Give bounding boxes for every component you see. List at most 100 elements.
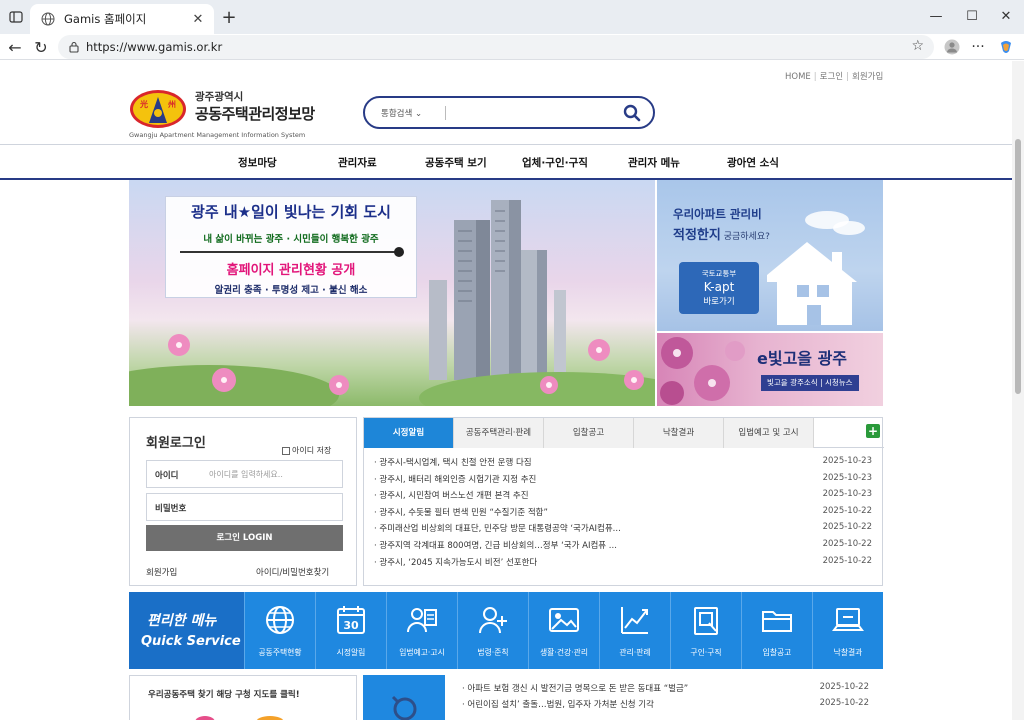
web-page: HOME | 로그인 | 회원가입 光 州 광주광역시 공동주택관리정보망 Gwangj… [0,61,1012,720]
more-plus-icon[interactable]: + [866,424,880,438]
ebitgoeul-banner[interactable]: e빛고을 광주 빛고을 광주소식 | 시청뉴스 [657,333,883,406]
kapt-line2: 적정한지 궁금하세요? [673,228,770,243]
quick-service-bar: 편리한 메뉴 Quick Service 공동주택현황 30 시정알림 입법예고… [129,592,883,669]
kapt-line1: 우리아파트 관리비 [673,207,762,221]
site-logo[interactable]: 光 州 광주광역시 공동주택관리정보망 Gwangju Apartment Ma… [129,83,329,141]
login-button[interactable]: 로그인 LOGIN [146,525,343,551]
scrollbar-thumb[interactable] [1015,139,1021,394]
save-id-checkbox[interactable]: 아이디 저장 [282,445,331,456]
browser-tab[interactable]: Gamis 홈페이지 ✕ [30,4,214,34]
browser-tabbar: Gamis 홈페이지 ✕ + — ☐ ✕ [0,0,1024,34]
chart-icon [621,607,648,634]
hero-message-box: 광주 내★일이 빛나는 기회 도시 내 삶이 바뀌는 광주 · 시민들이 행복한… [165,196,417,298]
minimize-icon[interactable]: — [916,4,956,28]
quick-apartment-status[interactable]: 공동주택현황 [244,592,314,669]
home-link[interactable]: HOME [785,72,811,82]
list-item[interactable]: · 어린이집 설치’ 출돌…법원, 입주자 가처분 신청 기각 2025-10-2… [462,698,883,714]
quick-legislation[interactable]: 입법예고·고시 [386,592,456,669]
address-bar: ← ↻ https://www.gamis.or.kr ☆ ··· [0,34,1024,60]
nav-admin[interactable]: 관리자 메뉴 [628,155,680,170]
list-item[interactable]: · 광주시, 수돗물 필터 변색 민원 “수질기준 적합” 2025-10-22 [374,506,878,523]
logo-english: Gwangju Apartment Management Information… [129,131,306,139]
tab-close-icon[interactable]: ✕ [188,9,208,29]
news-section-icon [363,675,445,720]
password-field[interactable]: 비밀번호 [146,493,343,521]
copilot-icon[interactable] [996,37,1016,57]
nav-apartments[interactable]: 공동주택 보기 [425,155,487,170]
login-title: 회원로그인 [146,436,206,451]
quick-jobs[interactable]: 구인·구직 [670,592,740,669]
hero-headline: 홈페이지 관리현황 공개 [226,263,356,278]
person-add-icon [479,607,507,634]
new-tab-icon[interactable]: + [218,6,240,28]
quick-city-notice[interactable]: 30 시정알림 [315,592,385,669]
news-list: · 광주시-택시업계, 택시 친절 안전 운행 다짐 2025-10-23 · 광… [374,456,878,572]
news-tabs: 시정알림 공동주택관리·판례 입찰공고 낙찰결과 입법예고 및 고시 + [364,418,884,448]
hero-subslogan: 내 삶이 바뀌는 광주 · 시민들이 행복한 광주 [203,234,379,245]
nav-data[interactable]: 관리자료 [338,155,377,170]
folder-icon [762,611,792,632]
globe-icon [266,606,294,634]
search-bar: 통합검색 ⌄ [363,96,655,129]
tab-bid-notice[interactable]: 입찰공고 [544,418,634,448]
svg-text:州: 州 [167,100,176,109]
id-field[interactable]: 아이디 아이디를 입력하세요.. [146,460,343,488]
reload-icon[interactable]: ↻ [30,36,52,58]
tab-city-notice[interactable]: 시정알림 [364,418,454,448]
id-input[interactable]: 아이디를 입력하세요.. [209,469,283,480]
signup-link-login[interactable]: 회원가입 [146,566,177,578]
search-input[interactable] [453,104,613,122]
kapt-link-button[interactable]: 국토교통부 K-apt 바로가기 [679,262,759,314]
list-item[interactable]: · 광주시-택시업계, 택시 친절 안전 운행 다짐 2025-10-23 [374,456,878,473]
search-scope-dropdown[interactable]: 통합검색 ⌄ [381,107,422,119]
utility-links: HOME | 로그인 | 회원가입 [785,72,884,82]
quick-bid-results[interactable]: 낙찰결과 [812,592,882,669]
sidebar-toggle-icon[interactable] [6,7,26,27]
search-magnifier-icon [391,695,417,720]
tab-bid-results[interactable]: 낙찰결과 [634,418,724,448]
list-item[interactable]: · 광주지역 각계대표 800여명, 긴급 비상회의…정부 ‘국가 AI컴퓨 .… [374,539,878,556]
quick-service-title: 편리한 메뉴 Quick Service [129,592,244,669]
quick-bid-notice[interactable]: 입찰공고 [741,592,811,669]
profile-avatar-icon[interactable] [942,37,962,57]
nav-news[interactable]: 광아연 소식 [727,155,779,170]
ebitgoeul-sublink[interactable]: 빛고을 광주소식 | 시청뉴스 [761,375,859,391]
globe-favicon-icon [40,11,56,27]
signup-link[interactable]: 회원가입 [852,72,883,82]
list-item[interactable]: · 아파트 보험 갱신 시 발전기금 명목으로 돈 받은 동대표 “벌금” 202… [462,682,883,698]
back-icon[interactable]: ← [4,36,26,58]
gwangju-emblem-icon: 光 州 [130,90,186,128]
find-account-link[interactable]: 아이디/비밀번호찾기 [256,566,329,578]
list-item[interactable]: · 광주시, 시민참여 버스노선 개편 본격 추진 2025-10-23 [374,489,878,506]
hero-banner[interactable]: 광주 내★일이 빛나는 기회 도시 내 삶이 바뀌는 광주 · 시민들이 행복한… [129,180,655,406]
list-item[interactable]: · 광주시, 배터리 해외인증 시험기관 지정 추진 2025-10-23 [374,473,878,490]
password-label: 비밀번호 [155,504,187,514]
list-item[interactable]: · 주미래산업 비상회의 대표단, 민주당 방문 대통령공약 ‘국가AI컴퓨..… [374,522,878,539]
nav-info[interactable]: 정보마당 [238,155,277,170]
checkbox-icon[interactable] [282,446,290,455]
tab-apartment-cases[interactable]: 공동주택관리·판례 [454,418,544,448]
nav-companies-jobs[interactable]: 업체·구인·구직 [522,155,588,170]
url-field[interactable]: https://www.gamis.or.kr ☆ [58,35,934,59]
quick-management-cases[interactable]: 관리·판례 [599,592,669,669]
quick-living-health[interactable]: 생활·건강·관리 [528,592,598,669]
hero-tagline: 알권리 충족 · 투명성 제고 · 불신 해소 [214,285,368,296]
more-menu-icon[interactable]: ··· [968,37,988,57]
svg-text:光: 光 [139,99,148,109]
quick-laws[interactable]: 법령·준칙 [457,592,527,669]
search-icon[interactable] [623,104,641,122]
page-scrollbar[interactable] [1012,61,1024,720]
close-window-icon[interactable]: ✕ [986,4,1024,28]
tab-title: Gamis 홈페이지 [64,12,147,26]
site-info-icon[interactable] [68,41,80,53]
favorite-star-icon[interactable]: ☆ [911,38,924,54]
apartment-map-box[interactable]: 우리공동주택 찾기 해당 구청 지도를 클릭! [129,675,357,720]
url-text: https://www.gamis.or.kr [86,40,223,54]
hero-slogan: 광주 내★일이 빛나는 기회 도시 [191,203,391,221]
id-label: 아이디 [155,471,179,481]
tab-legislation[interactable]: 입법예고 및 고시 [724,418,814,448]
login-link[interactable]: 로그인 [820,72,843,82]
list-item[interactable]: · 광주시, ‘2045 지속가능도시 비전’ 선포한다 2025-10-22 [374,556,878,573]
person-document-icon [407,608,437,633]
kapt-banner[interactable]: 우리아파트 관리비 적정한지 궁금하세요? 국토교통부 K-apt 바로가기 [657,180,883,331]
